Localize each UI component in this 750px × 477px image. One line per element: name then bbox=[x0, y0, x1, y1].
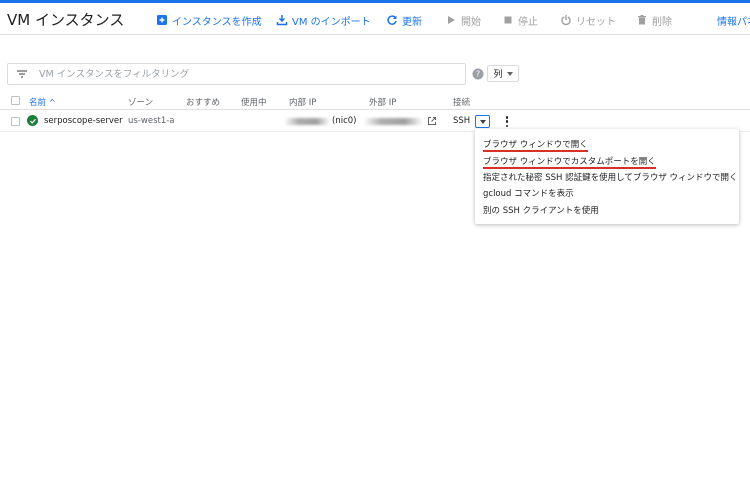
column-header-internal-ip[interactable]: 内部 IP bbox=[289, 96, 316, 108]
menu-item-open-with-private-key[interactable]: 指定された秘密 SSH 認証鍵を使用してブラウザ ウィンドウで開く bbox=[483, 171, 738, 183]
refresh-icon bbox=[386, 14, 398, 26]
filter-icon bbox=[15, 67, 29, 81]
import-vm-label: VM のインポート bbox=[292, 16, 371, 28]
column-header-in-use[interactable]: 使用中 bbox=[241, 96, 267, 108]
chevron-down-icon bbox=[479, 119, 486, 124]
ssh-options-menu: ブラウザ ウィンドウで開く ブラウザ ウィンドウでカスタムポートを開く 指定され… bbox=[475, 129, 739, 224]
power-icon bbox=[560, 14, 572, 26]
info-panel-button[interactable]: 情報パネ bbox=[717, 12, 750, 28]
ssh-dropdown-button[interactable] bbox=[475, 115, 490, 128]
play-icon bbox=[445, 14, 457, 26]
sort-up-icon: ^ bbox=[49, 98, 56, 107]
table-header: 名前 ^ ゾーン おすすめ 使用中 内部 IP 外部 IP 接続 bbox=[0, 92, 750, 110]
refresh-label: 更新 bbox=[402, 16, 422, 28]
create-instance-label: インスタンスを作成 bbox=[172, 16, 262, 28]
chevron-down-icon bbox=[506, 71, 513, 76]
svg-text:?: ? bbox=[476, 70, 480, 79]
refresh-button[interactable]: 更新 bbox=[386, 12, 422, 28]
delete-button[interactable]: 削除 bbox=[636, 12, 672, 28]
stop-button[interactable]: 停止 bbox=[502, 12, 538, 28]
redacted-internal-ip bbox=[284, 118, 330, 125]
menu-item-open-custom-port[interactable]: ブラウザ ウィンドウでカスタムポートを開く bbox=[483, 155, 656, 169]
info-panel-label: 情報パネ bbox=[717, 16, 750, 28]
internal-ip-nic: (nic0) bbox=[332, 116, 357, 126]
trash-icon bbox=[636, 14, 648, 26]
menu-item-open-in-browser[interactable]: ブラウザ ウィンドウで開く bbox=[483, 138, 588, 152]
columns-label: 列 bbox=[493, 70, 503, 80]
page-title: VM インスタンス bbox=[7, 11, 125, 29]
instance-name-link[interactable]: serposcope-server bbox=[44, 116, 123, 126]
start-button[interactable]: 開始 bbox=[445, 12, 481, 28]
filter-bar bbox=[7, 63, 466, 85]
column-header-name-label: 名前 bbox=[29, 98, 47, 108]
external-link-icon[interactable] bbox=[427, 116, 437, 126]
column-header-zone[interactable]: ゾーン bbox=[128, 96, 153, 108]
help-icon[interactable]: ? bbox=[472, 68, 484, 80]
import-icon bbox=[276, 14, 288, 26]
page-header: VM インスタンス インスタンスを作成 VM のインポート 更新 開始 停止 リ… bbox=[0, 3, 750, 35]
import-vm-button[interactable]: VM のインポート bbox=[276, 12, 371, 28]
column-header-recommendation[interactable]: おすすめ bbox=[186, 96, 220, 108]
filter-input[interactable] bbox=[39, 68, 439, 80]
column-header-name[interactable]: 名前 ^ bbox=[29, 96, 56, 108]
menu-item-other-ssh-client[interactable]: 別の SSH クライアントを使用 bbox=[483, 204, 599, 216]
reset-label: リセット bbox=[576, 16, 616, 28]
delete-label: 削除 bbox=[652, 16, 672, 28]
column-header-connect: 接続 bbox=[453, 98, 471, 108]
menu-item-view-gcloud-command[interactable]: gcloud コマンドを表示 bbox=[483, 187, 574, 199]
more-actions-icon[interactable] bbox=[504, 115, 510, 128]
add-box-icon bbox=[156, 14, 168, 26]
create-instance-button[interactable]: インスタンスを作成 bbox=[156, 12, 262, 28]
stop-icon bbox=[502, 14, 514, 26]
columns-button[interactable]: 列 bbox=[487, 65, 519, 82]
running-status-icon bbox=[27, 115, 38, 126]
select-all-checkbox[interactable] bbox=[11, 96, 20, 105]
reset-button[interactable]: リセット bbox=[560, 12, 616, 28]
instance-zone: us-west1-a bbox=[128, 116, 175, 126]
redacted-external-ip bbox=[363, 118, 423, 125]
row-checkbox[interactable] bbox=[11, 117, 20, 126]
start-label: 開始 bbox=[461, 16, 481, 28]
stop-label: 停止 bbox=[518, 16, 538, 28]
ssh-button[interactable]: SSH bbox=[453, 116, 470, 126]
column-header-external-ip[interactable]: 外部 IP bbox=[369, 96, 396, 108]
